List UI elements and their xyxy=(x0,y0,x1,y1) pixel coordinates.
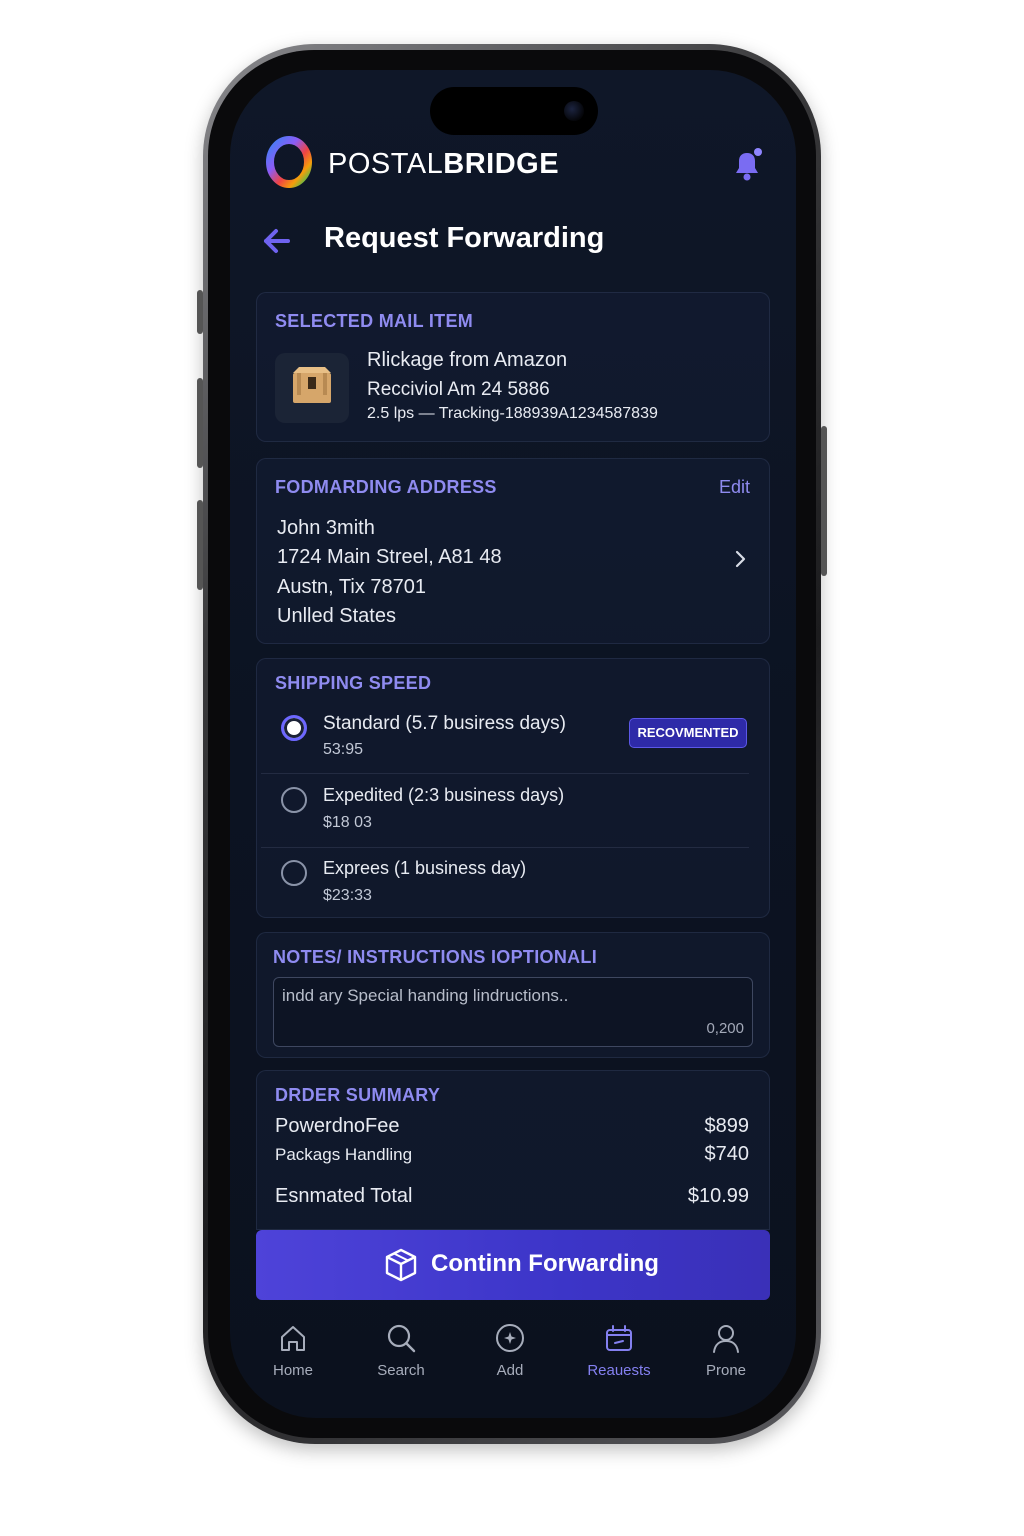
shipping-speed-card: SHIPPING SPEED Standard (5.7 busiress da… xyxy=(256,658,770,918)
dynamic-island xyxy=(430,87,598,135)
option-divider xyxy=(261,847,749,848)
brand-bold: BRIDGE xyxy=(443,148,560,180)
package-thumbnail xyxy=(275,353,349,423)
order-summary-card: DRDER SUMMARY PowerdnoFee $899 Packags H… xyxy=(256,1070,770,1230)
radio-expedited[interactable] xyxy=(281,787,307,813)
summary-row-value: $899 xyxy=(704,1115,750,1137)
edit-address-link[interactable]: Edit xyxy=(719,477,750,498)
estimated-total-label: Esnmated Total xyxy=(275,1185,413,1207)
mail-item-section-title: SELECTED MAIL ITEM xyxy=(275,311,474,331)
search-icon xyxy=(387,1324,416,1353)
option-expedited-price: $18 03 xyxy=(323,814,372,831)
requests-icon xyxy=(606,1325,632,1351)
summary-section-title: DRDER SUMMARY xyxy=(275,1085,441,1105)
action-button xyxy=(197,290,203,334)
tab-search[interactable]: Search xyxy=(356,1322,446,1382)
continue-forwarding-button[interactable]: Continn Forwarding xyxy=(256,1230,770,1300)
bell-icon[interactable] xyxy=(730,146,764,182)
mail-item-received: Recciviol Am 24 5886 xyxy=(367,379,550,400)
continue-forwarding-label: Continn Forwarding xyxy=(431,1250,659,1277)
brand-regular: POSTAL xyxy=(328,148,444,180)
address-line-name: John 3mith xyxy=(277,517,375,539)
recommended-badge: RECOVMENTED xyxy=(629,718,747,748)
page-title: Request Forwarding xyxy=(324,222,605,254)
notes-section-title: NOTES/ INSTRUCTIONS IOPTIONALI xyxy=(273,947,598,967)
tab-add-label: Add xyxy=(496,1362,524,1379)
option-expedited-label: Expedited (2:3 business days) xyxy=(323,785,565,805)
camera-icon xyxy=(564,101,584,121)
selected-mail-item-card[interactable]: SELECTED MAIL ITEM Rlickage from Amazon … xyxy=(256,292,770,442)
home-icon xyxy=(281,1326,305,1351)
radio-express[interactable] xyxy=(281,860,307,886)
option-express-label: Exprees (1 business day) xyxy=(323,858,527,878)
tab-home-label: Home xyxy=(272,1362,313,1379)
option-divider xyxy=(261,773,749,774)
power-button xyxy=(821,426,827,576)
notes-textarea[interactable]: indd ary Special handing lindructions.. … xyxy=(273,977,753,1047)
tab-home[interactable]: Home xyxy=(248,1322,338,1382)
option-express-price: $23:33 xyxy=(323,887,372,904)
notes-char-counter: 0,200 xyxy=(706,1020,744,1037)
option-standard-label: Standard (5.7 busiress days) xyxy=(323,713,566,734)
summary-row-label: Packags Handling xyxy=(275,1145,413,1164)
option-standard-price: 53:95 xyxy=(323,741,364,758)
shipping-section-title: SHIPPING SPEED xyxy=(275,673,432,693)
summary-row-value: $740 xyxy=(704,1143,750,1165)
mail-item-name: Rlickage from Amazon xyxy=(367,349,568,371)
notes-placeholder: indd ary Special handing lindructions.. xyxy=(282,986,569,1005)
back-arrow-icon[interactable] xyxy=(262,226,292,256)
tab-requests[interactable]: Reauests xyxy=(574,1322,664,1382)
tab-profile-label: Prone xyxy=(705,1362,747,1379)
address-section-title: FODMARDING ADDRESS xyxy=(275,477,497,497)
tab-search-label: Search xyxy=(377,1362,425,1379)
package-icon xyxy=(293,367,331,403)
volume-down-button xyxy=(197,500,203,590)
address-line-street: 1724 Main Streel, A81 48 xyxy=(277,546,502,568)
tab-profile[interactable]: Prone xyxy=(681,1322,771,1382)
chevron-right-icon[interactable] xyxy=(733,549,749,569)
radio-standard[interactable] xyxy=(281,715,307,741)
app-screen: POSTALBRIDGE Request Forwarding SELECTED… xyxy=(230,70,796,1418)
volume-up-button xyxy=(197,378,203,468)
brand-name: POSTALBRIDGE xyxy=(328,148,559,181)
add-icon xyxy=(496,1324,524,1352)
notes-card: NOTES/ INSTRUCTIONS IOPTIONALI indd ary … xyxy=(256,932,770,1058)
summary-row-label: PowerdnoFee xyxy=(275,1115,400,1137)
tab-requests-label: Reauests xyxy=(587,1362,651,1379)
package-outline-icon xyxy=(385,1248,417,1282)
address-line-city: Austn, Tix 78701 xyxy=(277,576,426,598)
estimated-total-value: $10.99 xyxy=(687,1185,749,1207)
forwarding-address-card[interactable]: FODMARDING ADDRESS Edit John 3mith 1724 … xyxy=(256,458,770,644)
address-line-country: Unlled States xyxy=(277,605,396,627)
tab-add[interactable]: Add xyxy=(465,1322,555,1382)
profile-icon xyxy=(713,1325,739,1353)
postalbridge-logo-icon xyxy=(266,136,312,188)
mail-item-details: 2.5 lps — Tracking-188939A1234587839 xyxy=(367,405,658,422)
